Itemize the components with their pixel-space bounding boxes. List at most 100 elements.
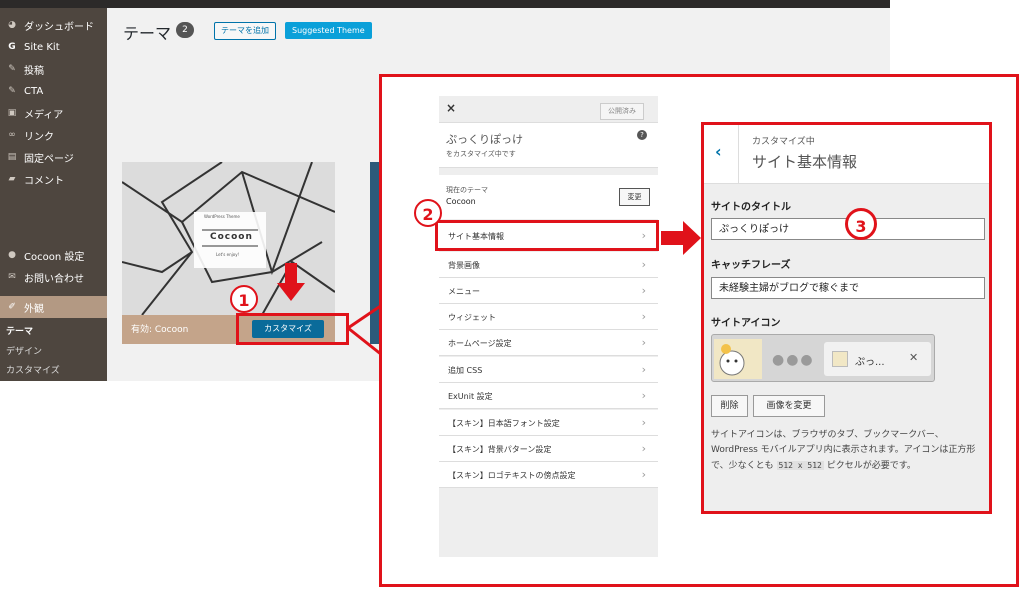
browser-dots-icon: ●●● [772,352,815,368]
menu-media[interactable]: ▣ メディア [0,102,107,124]
menu-label: 固定ページ [24,153,74,165]
chevron-right-icon: › [641,363,646,376]
section-skin-logo[interactable]: 【スキン】ロゴテキストの傍点設定 › [439,462,658,488]
menu-label: CTA [24,85,44,97]
tab-title: ぷっ... [855,357,885,368]
submenu-themes[interactable]: テーマ [6,324,33,337]
section-widgets[interactable]: ウィジェット › [439,304,658,330]
dashboard-icon: ◕ [8,20,16,30]
current-theme-label: 現在のテーマ [446,186,488,194]
page-icon: ▤ [7,152,17,162]
menu-site-kit[interactable]: G Site Kit [0,36,107,58]
comment-icon: ▰ [8,174,16,184]
site-icon-label: サイトアイコン [711,318,781,329]
tab-favicon [832,351,848,367]
right-arrow-icon [661,221,701,255]
menu-links[interactable]: ∞ リンク [0,124,107,146]
section-label: 【スキン】日本語フォント設定 [448,419,560,428]
tagline-label: キャッチフレーズ [711,260,791,271]
remove-icon-button[interactable]: 削除 [711,395,748,417]
help-text: ピクセルが必要です。 [823,461,916,471]
chevron-right-icon: › [641,468,646,481]
section-label: 追加 CSS [448,366,483,375]
menu-label: Cocoon 設定 [24,251,85,263]
pin-icon: ✎ [8,64,16,74]
chevron-right-icon: › [641,336,646,349]
menu-posts[interactable]: ✎ 投稿 [0,58,107,80]
section-label: ExUnit 設定 [448,392,493,401]
section-label: 背景画像 [448,261,480,270]
cocoon-icon: ● [8,250,16,260]
step-3-badge: 3 [845,208,877,240]
menu-label: リンク [24,131,54,143]
menu-dashboard[interactable]: ◕ ダッシュボード [0,14,107,36]
section-skin-pattern[interactable]: 【スキン】背景パターン設定 › [439,436,658,462]
help-code: 512 x 512 [776,461,824,470]
chevron-right-icon: › [641,284,646,297]
help-icon[interactable]: ? [637,130,647,140]
menu-label: ダッシュボード [24,21,94,33]
site-icon-help: サイトアイコンは、ブラウザのタブ、ブックマークバー、WordPress モバイル… [711,428,985,474]
screenshot-subtitle: WordPress Theme [204,214,240,219]
suggested-theme-button[interactable]: Suggested Theme [285,22,372,39]
menu-comments[interactable]: ▰ コメント [0,168,107,190]
google-g-icon: G [8,42,16,52]
mail-icon: ✉ [8,272,16,282]
link-icon: ∞ [8,130,16,140]
menu-label: お問い合わせ [24,273,84,285]
section-background-image[interactable]: 背景画像 › [439,252,658,278]
menu-label: 投稿 [24,65,44,77]
back-button[interactable]: ‹ [704,125,739,183]
panel-heading: サイト基本情報 [752,153,858,171]
section-label: 【スキン】ロゴテキストの傍点設定 [448,471,576,480]
site-icon-image [714,339,762,379]
change-image-button[interactable]: 画像を変更 [753,395,825,417]
customizing-subtitle: をカスタマイズ中です [446,150,516,158]
section-homepage[interactable]: ホームページ設定 › [439,330,658,356]
chevron-right-icon: › [641,416,646,429]
menu-contact[interactable]: ✉ お問い合わせ [0,266,107,288]
admin-sidebar: ◕ ダッシュボード G Site Kit ✎ 投稿 ✎ CTA ▣ メディア ∞ リンク ▤… [0,8,107,381]
chevron-right-icon: › [641,258,646,271]
chevron-left-icon: ‹ [715,142,722,161]
section-skin-font[interactable]: 【スキン】日本語フォント設定 › [439,410,658,436]
section-label: 【スキン】背景パターン設定 [448,445,552,454]
section-exunit[interactable]: ExUnit 設定 › [439,383,658,409]
section-label: ウィジェット [448,313,496,322]
step-2-badge: 2 [414,199,442,227]
menu-label: メディア [24,109,64,121]
submenu-customize[interactable]: カスタマイズ [6,363,60,376]
change-theme-button[interactable]: 変更 [619,188,650,206]
section-menus[interactable]: メニュー › [439,278,658,304]
section-label: ホームページ設定 [448,339,512,348]
admin-bar [0,0,890,8]
menu-cta[interactable]: ✎ CTA [0,80,107,102]
section-label: メニュー [448,287,480,296]
published-button[interactable]: 公開済み [600,103,644,120]
tagline-input[interactable]: 未経験主婦がブログで稼ぐまで [711,277,985,299]
screenshot-tagline: Let's enjoy! [216,252,240,257]
chevron-right-icon: › [641,389,646,402]
menu-label: 外観 [24,303,44,315]
chevron-right-icon: › [641,310,646,323]
customize-button[interactable]: カスタマイズ [252,320,324,338]
screenshot-theme-name: Cocoon [210,232,253,242]
tab-close-icon: ✕ [909,351,919,364]
brush-icon: ✐ [8,302,16,312]
panel-breadcrumb: カスタマイズ中 [752,137,815,147]
theme-count-badge: 2 [176,22,194,38]
close-icon[interactable]: × [446,101,456,115]
menu-pages[interactable]: ▤ 固定ページ [0,146,107,168]
menu-appearance[interactable]: ✐ 外観 [0,296,107,318]
menu-cocoon-settings[interactable]: ● Cocoon 設定 [0,244,107,266]
highlight-site-identity [435,220,659,251]
site-name: ぷっくりぽっけ [446,133,523,146]
page-title: テーマ [123,24,172,43]
submenu-design[interactable]: デザイン [6,344,42,357]
media-icon: ▣ [7,108,17,118]
section-additional-css[interactable]: 追加 CSS › [439,357,658,383]
site-title-label: サイトのタイトル [711,202,791,213]
menu-label: コメント [24,175,64,187]
add-theme-button[interactable]: テーマを追加 [214,22,276,40]
chevron-right-icon: › [641,442,646,455]
